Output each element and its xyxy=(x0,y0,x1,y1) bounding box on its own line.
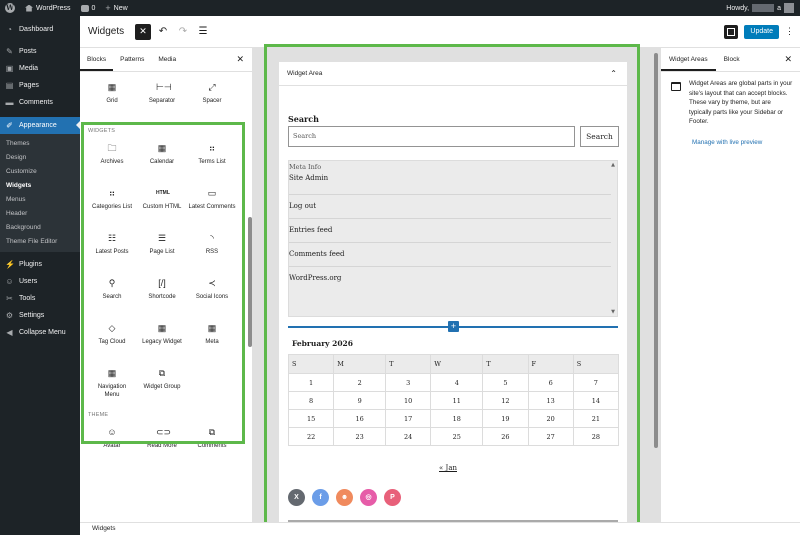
submenu-item-menus[interactable]: Menus xyxy=(0,193,80,207)
sidebar-item-comments[interactable]: ▬ Comments xyxy=(0,94,80,111)
plus-icon: + xyxy=(105,3,111,13)
media-icon: ▣ xyxy=(5,64,14,73)
submenu-item-themes[interactable]: Themes xyxy=(0,137,80,151)
tools-icon: ✂ xyxy=(6,294,13,303)
wordpress-icon xyxy=(5,3,15,13)
admin-bar: WordPress 0 +New Howdy, a xyxy=(0,0,800,16)
wordpress-logo-menu[interactable] xyxy=(0,0,20,16)
settings-tabs: Widget Areas Block ✕ xyxy=(661,48,800,72)
undo-button[interactable]: ↶ xyxy=(155,24,171,40)
submenu-item-header[interactable]: Header xyxy=(0,207,80,221)
home-icon xyxy=(25,4,33,12)
comment-bubble-icon xyxy=(80,4,89,12)
brush-icon: ✐ xyxy=(6,121,13,130)
sidebar-item-dashboard[interactable]: ◔ Dashboard xyxy=(0,21,80,38)
options-menu-icon[interactable]: ⋮ xyxy=(785,26,794,37)
sidebar-item-collapse-menu[interactable]: ◀ Collapse Menu xyxy=(0,324,80,341)
separator-icon: ⊢⊣ xyxy=(156,82,172,92)
breadcrumb-item-widgets[interactable]: Widgets xyxy=(92,525,115,532)
tab-media[interactable]: Media xyxy=(151,48,183,71)
tab-widget-areas[interactable]: Widget Areas xyxy=(661,48,716,71)
block-spacer[interactable]: ⤢ Spacer xyxy=(187,75,237,120)
account-menu[interactable]: Howdy, a xyxy=(726,3,800,13)
manage-live-preview-link[interactable]: Manage with live preview xyxy=(692,139,762,146)
redo-icon: ↷ xyxy=(178,26,188,37)
spacer-icon: ⤢ xyxy=(208,82,216,92)
close-icon: ✕ xyxy=(139,26,147,36)
close-inserter-button[interactable]: ✕ xyxy=(135,23,151,40)
users-icon: ☺ xyxy=(5,277,14,286)
plugins-icon: ⚡ xyxy=(5,260,15,269)
settings-sidebar: Widget Areas Block ✕ Widget Areas are gl… xyxy=(660,48,800,522)
submenu-item-design[interactable]: Design xyxy=(0,151,80,165)
settings-sidebar-toggle[interactable] xyxy=(724,24,739,39)
admin-sidebar: ◔ Dashboard ✎ Posts ▣ Media ▤ Pages ▬ Comment… xyxy=(0,16,80,535)
submenu-item-customize[interactable]: Customize xyxy=(0,165,80,179)
block-separator[interactable]: ⊢⊣ Separator xyxy=(137,75,187,120)
new-content-menu[interactable]: + New xyxy=(100,0,132,16)
widget-areas-description: Widget Areas are global parts in your si… xyxy=(689,80,793,125)
undo-icon: ↶ xyxy=(158,26,168,37)
close-icon[interactable]: ✕ xyxy=(236,48,252,71)
appearance-submenu: Themes Design Customize Widgets Menus He… xyxy=(0,134,80,252)
sidebar-item-pages[interactable]: ▤ Pages xyxy=(0,77,80,94)
avatar xyxy=(784,3,794,13)
sidebar-item-plugins[interactable]: ⚡ Plugins xyxy=(0,256,80,273)
sidebar-item-users[interactable]: ☺ Users xyxy=(0,273,80,290)
comments-icon: ▬ xyxy=(5,98,14,107)
settings-icon: ⚙ xyxy=(5,311,14,320)
block-breadcrumb: Widgets xyxy=(80,522,800,535)
pages-icon: ▤ xyxy=(5,81,14,90)
submenu-item-background[interactable]: Background xyxy=(0,221,80,235)
site-name-link[interactable]: WordPress xyxy=(20,0,76,16)
page-title: Widgets xyxy=(88,26,125,37)
design-blocks-grid: ▦ Grid ⊢⊣ Separator ⤢ Spacer xyxy=(80,75,252,120)
list-view-button[interactable]: ☰ xyxy=(195,24,211,40)
canvas-scrollbar[interactable] xyxy=(654,53,658,448)
close-icon[interactable]: ✕ xyxy=(784,48,800,71)
tab-patterns[interactable]: Patterns xyxy=(113,48,151,71)
sidebar-item-settings[interactable]: ⚙ Settings xyxy=(0,307,80,324)
update-button[interactable]: Update xyxy=(744,24,779,39)
list-view-icon: ☰ xyxy=(198,26,208,37)
dashboard-icon: ◔ xyxy=(7,25,12,34)
inserter-scrollbar[interactable] xyxy=(248,217,252,347)
block-grid[interactable]: ▦ Grid xyxy=(87,75,137,120)
redacted-username xyxy=(752,4,775,12)
widgets-highlight-box xyxy=(81,122,245,444)
collapse-icon: ◀ xyxy=(6,328,13,337)
submenu-item-theme-file-editor[interactable]: Theme File Editor xyxy=(0,235,80,249)
widget-area-highlight-box xyxy=(264,44,640,528)
grid-icon: ▦ xyxy=(107,82,117,92)
sidebar-item-posts[interactable]: ✎ Posts xyxy=(0,43,80,60)
sidebar-item-appearance[interactable]: ✐ Appearance xyxy=(0,117,80,134)
sidebar-item-media[interactable]: ▣ Media xyxy=(0,60,80,77)
widget-areas-icon xyxy=(671,82,681,91)
inserter-tabs: Blocks Patterns Media ✕ xyxy=(80,48,252,72)
tab-blocks[interactable]: Blocks xyxy=(80,48,113,71)
redo-button[interactable]: ↷ xyxy=(175,24,191,40)
pin-icon: ✎ xyxy=(6,47,13,56)
tab-block[interactable]: Block xyxy=(716,48,748,71)
comments-link[interactable]: 0 xyxy=(76,0,101,16)
sidebar-item-tools[interactable]: ✂ Tools xyxy=(0,290,80,307)
submenu-item-widgets[interactable]: Widgets xyxy=(0,179,80,193)
